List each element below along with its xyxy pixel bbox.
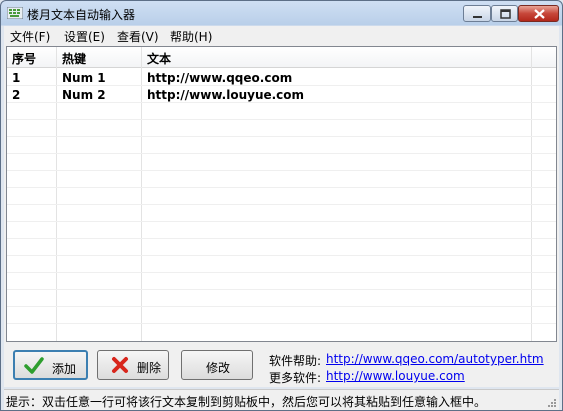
status-text: 提示：双击任意一行可将该行文本复制到剪贴板中，然后您可以将其粘贴到任意输入框中。 [6, 395, 487, 409]
row-hotkey: Num 2 [62, 88, 106, 102]
grid-line [7, 170, 556, 171]
grid-line [7, 323, 556, 324]
grid-line [7, 306, 556, 307]
app-window: 楼月文本自动输入器 文件(F) 设置(E) 查看(V) 帮助(H) 序号 热键 … [0, 0, 563, 411]
column-header-index[interactable]: 序号 [12, 50, 36, 67]
grid-line [7, 136, 556, 137]
grid-line [7, 204, 556, 205]
minimize-button[interactable] [463, 5, 491, 22]
status-bar: 提示：双击任意一行可将该行文本复制到剪贴板中，然后您可以将其粘贴到任意输入框中。 [4, 389, 559, 410]
maximize-icon [500, 9, 511, 19]
menu-view[interactable]: 查看(V) [117, 28, 159, 45]
column-header-text[interactable]: 文本 [147, 50, 171, 67]
title-bar[interactable]: 楼月文本自动输入器 [1, 1, 562, 26]
grid-line [7, 221, 556, 222]
grid-line [7, 153, 556, 154]
help-link[interactable]: http://www.qqeo.com/autotyper.htm [326, 352, 544, 366]
checkmark-icon [24, 357, 44, 374]
help-label: 软件帮助: [269, 354, 322, 368]
row-index: 1 [12, 71, 21, 85]
column-divider [141, 47, 142, 341]
column-header-hotkey[interactable]: 热键 [62, 50, 86, 67]
edit-button[interactable]: 修改 [181, 350, 253, 380]
column-divider [531, 47, 532, 341]
row-text: http://www.qqeo.com [147, 71, 293, 85]
red-x-icon [112, 357, 128, 373]
maximize-button[interactable] [491, 5, 518, 22]
close-button[interactable] [518, 5, 559, 22]
client-area: 序号 热键 文本 1 Num 1 http://www.qqeo.com 2 N… [4, 44, 559, 387]
minimize-icon [473, 16, 482, 18]
grid-line [7, 85, 556, 86]
grid-line [7, 119, 556, 120]
add-button-label: 添加 [52, 362, 77, 376]
column-divider [56, 47, 57, 341]
app-icon[interactable] [6, 6, 24, 20]
close-icon [534, 9, 545, 19]
menu-bar: 文件(F) 设置(E) 查看(V) 帮助(H) [4, 26, 559, 44]
menu-file[interactable]: 文件(F) [10, 28, 50, 45]
grid-line [7, 102, 556, 103]
more-software-label: 更多软件: [269, 371, 322, 385]
menu-settings[interactable]: 设置(E) [64, 28, 105, 45]
menu-help[interactable]: 帮助(H) [170, 28, 212, 45]
add-button[interactable]: 添加 [13, 350, 88, 380]
row-hotkey: Num 1 [62, 71, 106, 85]
row-index: 2 [12, 88, 21, 102]
delete-button-label: 删除 [137, 361, 162, 375]
window-title: 楼月文本自动输入器 [27, 8, 136, 22]
list-header: 序号 热键 文本 [7, 47, 556, 68]
delete-button[interactable]: 删除 [97, 350, 169, 380]
grid-line [7, 187, 556, 188]
grid-line [7, 289, 556, 290]
grid-line [7, 272, 556, 273]
grid-line [7, 255, 556, 256]
row-text: http://www.louyue.com [147, 88, 305, 102]
size-grip-icon[interactable] [547, 398, 557, 408]
more-software-link[interactable]: http://www.louyue.com [326, 369, 465, 383]
edit-button-label: 修改 [206, 361, 231, 375]
grid-line [7, 238, 556, 239]
hotkey-list[interactable]: 序号 热键 文本 1 Num 1 http://www.qqeo.com 2 N… [6, 46, 557, 342]
